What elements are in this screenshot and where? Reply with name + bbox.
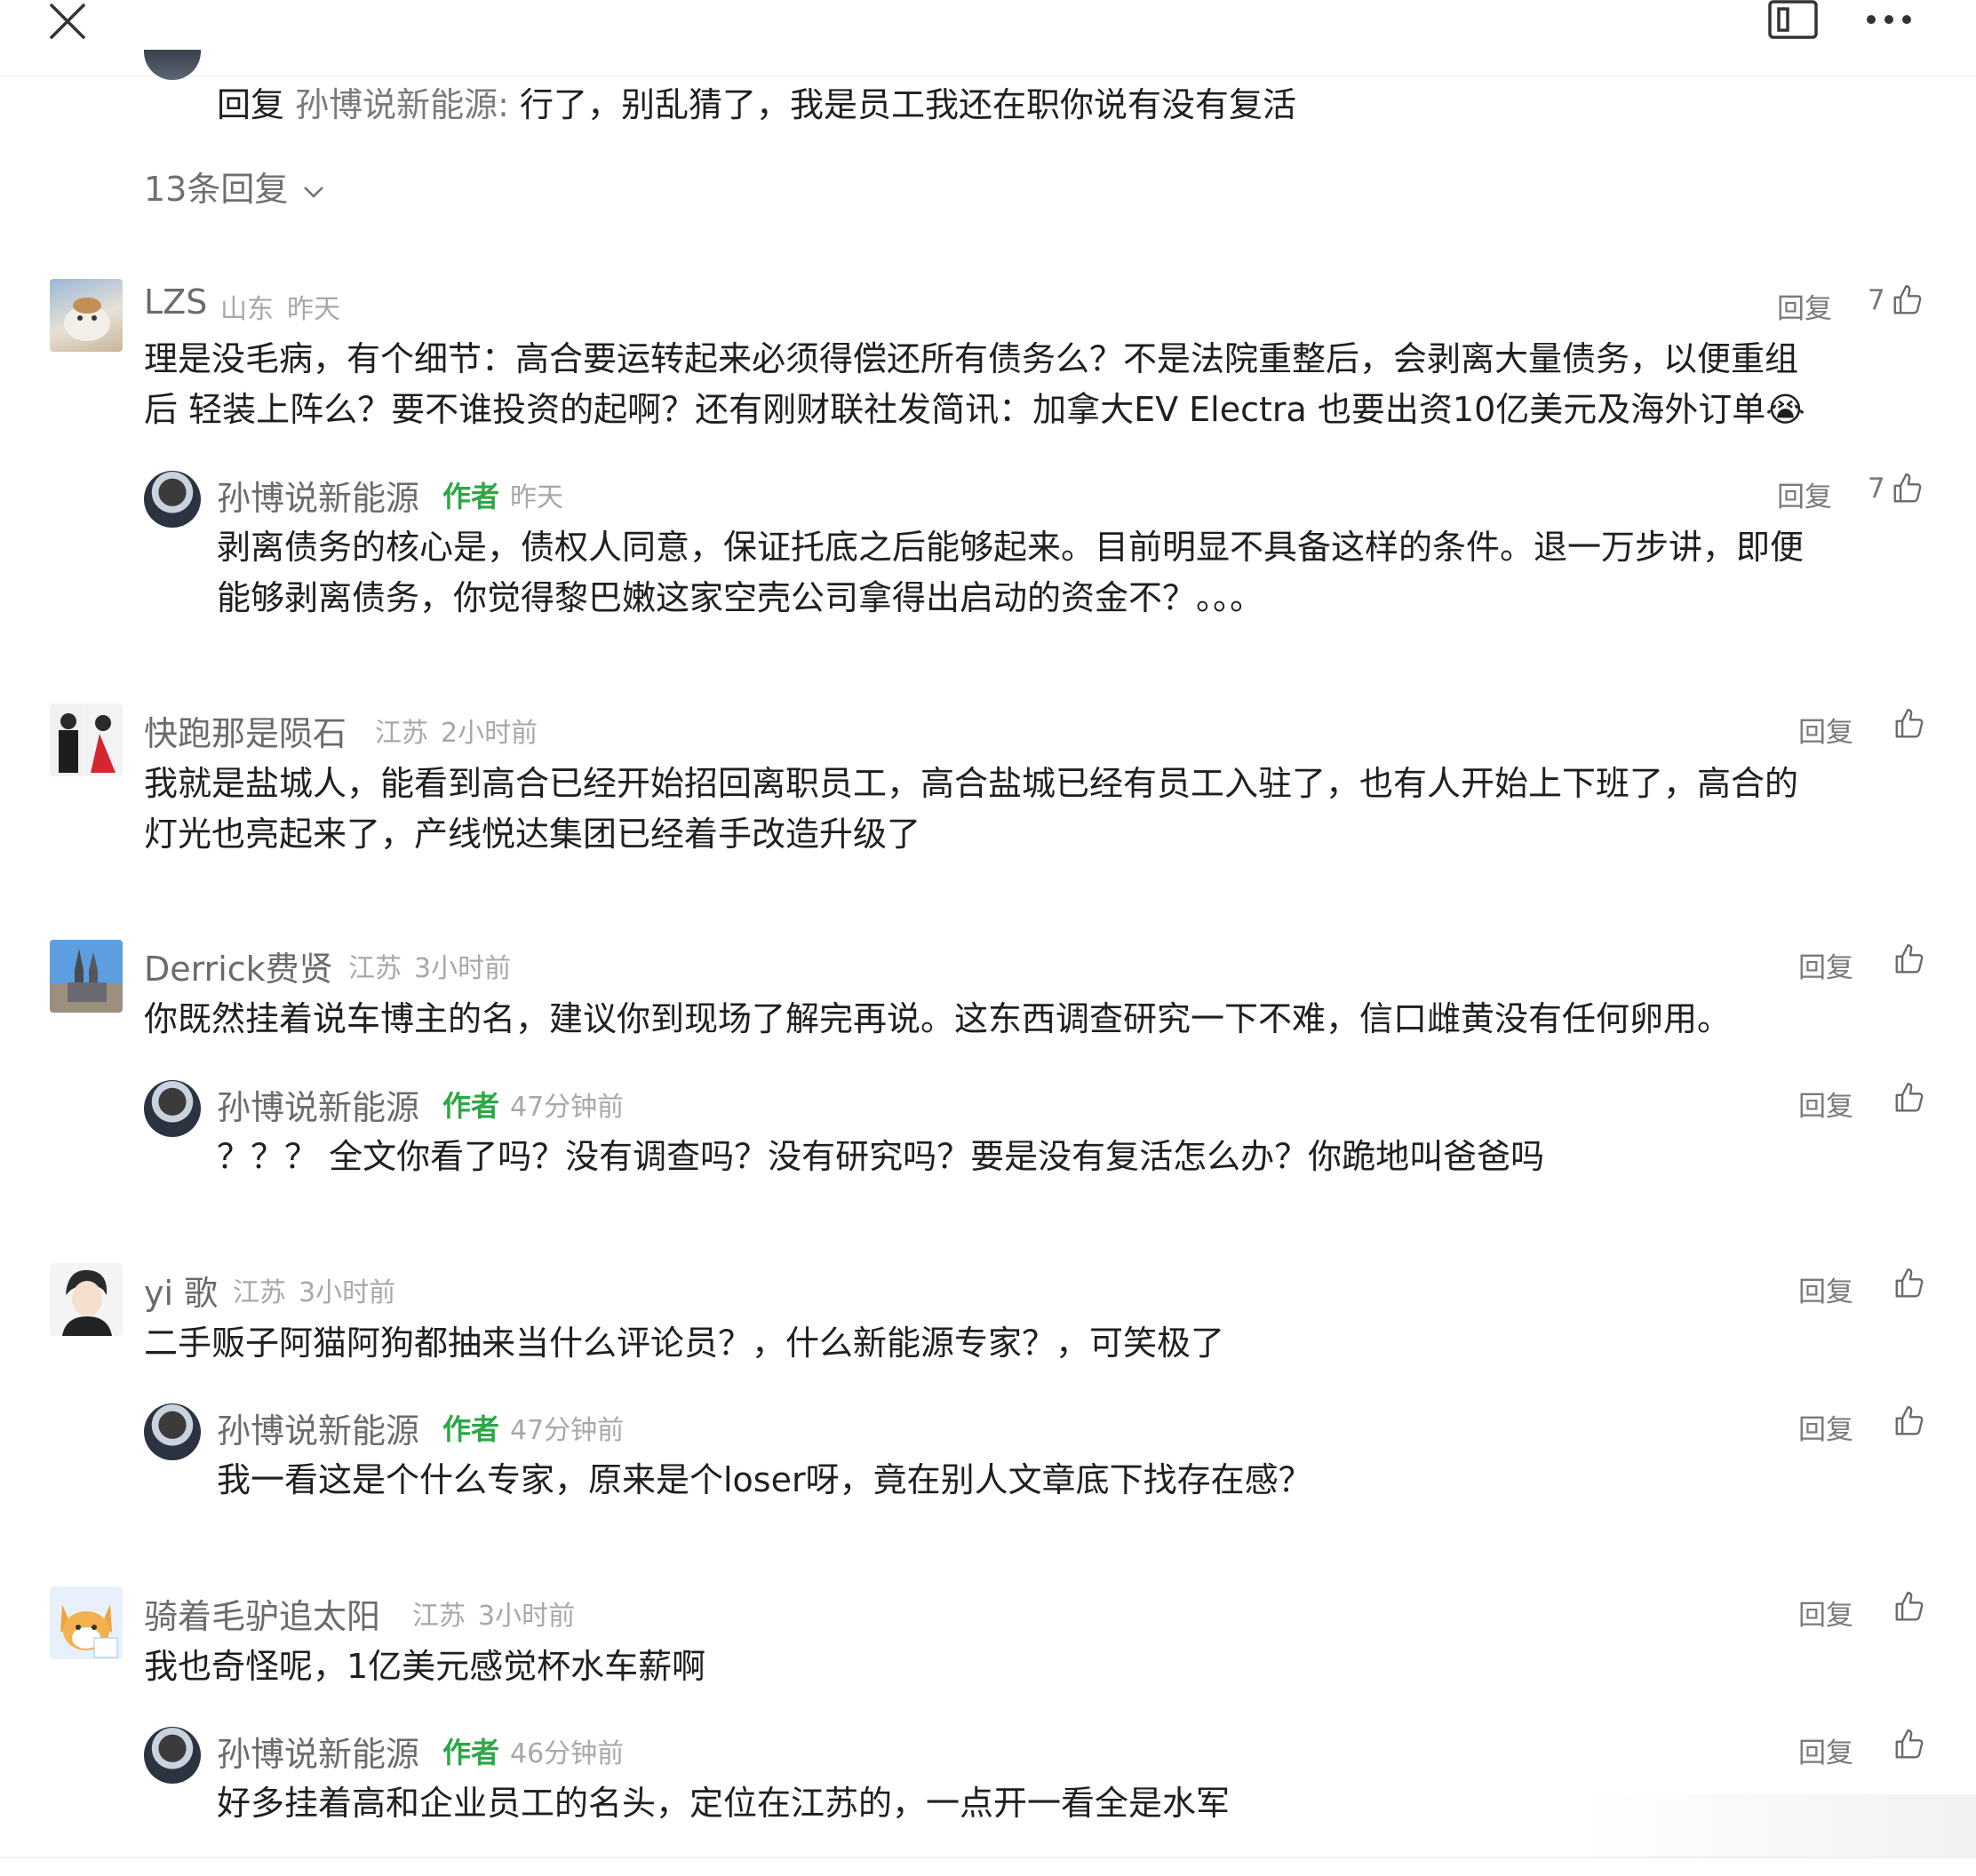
author-badge: 作者 [442, 1736, 500, 1769]
close-icon[interactable] [48, 2, 87, 41]
comment-username[interactable]: 快跑那是陨石 [144, 706, 347, 755]
comment-text-line: 灯光也亮起来了，产线悦达集团已经着手改造升级了 [144, 815, 921, 854]
comment-time: 3小时前 [299, 1277, 396, 1308]
reply-text-line: 能够剥离债务，你觉得黎巴嫩这家空壳公司拿得出启动的资金不？。。。 [217, 578, 1264, 617]
thumbs-up-icon [1892, 942, 1926, 976]
comment-time: 3小时前 [414, 953, 512, 984]
comment-time: 2小时前 [441, 718, 538, 749]
thumbs-up-icon [1892, 1404, 1926, 1438]
comment-text-line: 我也奇怪呢，1亿美元感觉杯水车薪啊 [144, 1647, 706, 1686]
like-button[interactable] [1892, 706, 1926, 742]
avatar[interactable] [50, 1263, 123, 1336]
avatar[interactable] [50, 940, 123, 1013]
reply-button[interactable]: 回复 [1798, 945, 1853, 985]
reply-prefix: 回复 [217, 85, 296, 124]
comment-text-content: 后 轻装上阵么？要不谁投资的起啊？还有刚财联社发简讯：加拿大EV Electra… [144, 390, 1766, 429]
reply-button[interactable]: 回复 [1798, 1730, 1853, 1770]
like-button[interactable]: 7 [1868, 471, 1924, 506]
reply-text-line: 我一看这是个什么专家，原来是个loser呀，竟在别人文章底下找存在感？ [217, 1460, 1312, 1499]
like-button[interactable] [1892, 1589, 1926, 1625]
reply-button[interactable]: 回复 [1798, 1593, 1853, 1633]
like-button[interactable] [1892, 942, 1926, 977]
expand-replies-button[interactable]: 13条回复 [144, 162, 325, 211]
reply-text: 回复 孙博说新能源: 行了，别乱猜了，我是员工我还在职你说有没有复活 [217, 80, 1296, 131]
reply-time: 47分钟前 [510, 1092, 625, 1123]
thumbs-up-icon [1892, 707, 1926, 741]
avatar[interactable] [50, 704, 123, 776]
author-badge: 作者 [442, 1412, 500, 1446]
comment-username[interactable]: 骑着毛驴追太阳 [144, 1589, 380, 1638]
avatar[interactable] [144, 1727, 201, 1784]
thumbs-up-icon [1892, 1267, 1926, 1300]
comment-location: 江苏 [375, 718, 428, 749]
comment-time: 昨天 [287, 294, 340, 325]
bottom-fade [1582, 1794, 1976, 1856]
author-username[interactable]: 孙博说新能源 [217, 1080, 419, 1129]
reply-target[interactable]: 孙博说新能源: [295, 85, 509, 124]
top-bar [0, 0, 1976, 76]
comment-location: 江苏 [233, 1277, 286, 1308]
divider [0, 1856, 1976, 1858]
author-username[interactable]: 孙博说新能源 [217, 471, 419, 520]
reply-button[interactable]: 回复 [1798, 1084, 1853, 1124]
comment-username[interactable]: yi 歌 [144, 1266, 218, 1315]
like-count: 7 [1868, 473, 1885, 505]
reply-body: 行了，别乱猜了，我是员工我还在职你说有没有复活 [508, 85, 1296, 124]
like-button[interactable] [1892, 1727, 1926, 1762]
comment-text-line: 后 轻装上阵么？要不谁投资的起啊？还有刚财联社发简讯：加拿大EV Electra… [144, 385, 1805, 435]
expand-label: 13条回复 [144, 170, 289, 209]
reply-text-line: 剥离债务的核心是，债权人同意，保证托底之后能够起来。目前明显不具备这样的条件。退… [217, 528, 1805, 567]
avatar[interactable] [144, 1080, 201, 1137]
comment-text-line: 你既然挂着说车博主的名，建议你到现场了解完再说。这东西调查研究一下不难，信口雌黄… [144, 999, 1732, 1038]
like-button[interactable]: 7 [1868, 282, 1924, 318]
comment-text-line: 我就是盐城人，能看到高合已经开始招回离职员工，高合盐城已经有员工入驻了，也有人开… [144, 764, 1799, 803]
reply-time: 46分钟前 [510, 1738, 625, 1769]
comment-location: 江苏 [412, 1601, 466, 1632]
like-button[interactable] [1892, 1266, 1926, 1301]
reply-time: 昨天 [510, 482, 563, 513]
thumbs-up-icon [1891, 472, 1924, 505]
chevron-down-icon [304, 186, 324, 198]
like-count: 7 [1868, 284, 1885, 316]
comment-text-line: 理是没毛病，有个细节：高合要运转起来必须得偿还所有债务么？不是法院重整后，会剥离… [144, 339, 1799, 378]
reply-text-line: 好多挂着高和企业员工的名头，定位在江苏的，一点开一看全是水军 [217, 1784, 1231, 1823]
reply-button[interactable]: 回复 [1798, 710, 1853, 750]
author-badge: 作者 [442, 480, 500, 513]
crying-laughing-emoji: 😭 [1765, 390, 1805, 429]
like-button[interactable] [1892, 1403, 1926, 1439]
comment-location: 山东 [220, 294, 274, 325]
reply-time: 47分钟前 [510, 1415, 625, 1446]
avatar[interactable] [50, 1586, 123, 1659]
thumbs-up-icon [1892, 1728, 1926, 1761]
thumbs-up-icon [1892, 1590, 1926, 1624]
author-username[interactable]: 孙博说新能源 [217, 1403, 419, 1452]
reply-button[interactable]: 回复 [1777, 474, 1832, 514]
panel-icon[interactable] [1768, 0, 1818, 39]
author-username[interactable]: 孙博说新能源 [217, 1727, 419, 1776]
reply-button[interactable]: 回复 [1798, 1269, 1853, 1309]
avatar[interactable] [50, 279, 123, 352]
reply-button[interactable]: 回复 [1777, 286, 1832, 326]
reply-button[interactable]: 回复 [1798, 1407, 1853, 1447]
reply-text-line: ？？？ 全文你看了吗？没有调查吗？没有研究吗？要是没有复活怎么办？你跪地叫爸爸吗 [217, 1137, 1545, 1176]
avatar[interactable] [144, 1403, 201, 1460]
comment-username[interactable]: LZS [144, 282, 207, 322]
thumbs-up-icon [1891, 283, 1924, 317]
thumbs-up-icon [1892, 1081, 1926, 1115]
author-badge: 作者 [442, 1089, 500, 1123]
comment-text-line: 二手贩子阿猫阿狗都抽来当什么评论员？，什么新能源专家？，可笑极了 [144, 1324, 1225, 1363]
more-icon[interactable] [1864, 7, 1914, 32]
comment-username[interactable]: Derrick费贤 [144, 942, 333, 990]
avatar[interactable] [144, 471, 201, 528]
like-button[interactable] [1892, 1080, 1926, 1116]
comment-time: 3小时前 [478, 1601, 576, 1632]
comment-location: 江苏 [348, 953, 402, 984]
